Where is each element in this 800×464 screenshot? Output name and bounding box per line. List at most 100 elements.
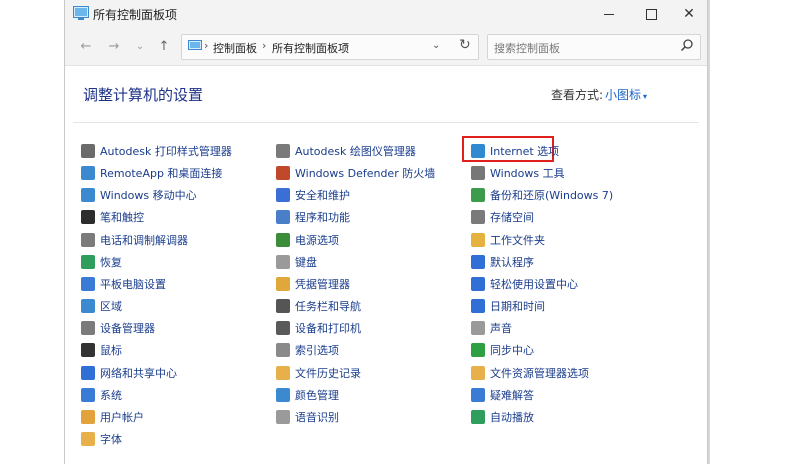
control-panel-item-label: 电源选项 <box>295 233 339 247</box>
control-panel-item[interactable]: 设备和打印机 <box>276 319 361 337</box>
view-by-dropdown[interactable]: 小图标 ▾ <box>605 86 647 103</box>
navigation-bar: ← → ⌄ ↑ › 控制面板 › 所有控制面板项 › ⌄ ↻ 搜索控制面板 <box>65 28 707 66</box>
control-panel-item-label: 鼠标 <box>100 344 122 358</box>
control-panel-item[interactable]: RemoteApp 和桌面连接 <box>81 164 222 182</box>
control-panel-item-label: 用户帐户 <box>100 410 144 424</box>
control-panel-item[interactable]: Autodesk 绘图仪管理器 <box>276 142 416 160</box>
search-placeholder: 搜索控制面板 <box>494 42 560 55</box>
breadcrumb-control-panel[interactable]: 控制面板 <box>213 40 257 56</box>
control-panel-item[interactable]: 文件历史记录 <box>276 364 361 382</box>
globe-icon <box>81 299 95 314</box>
search-icon[interactable] <box>680 38 694 52</box>
breadcrumb-separator-icon[interactable]: › <box>262 39 266 52</box>
control-panel-item[interactable]: 默认程序 <box>471 253 534 271</box>
control-panel-item-label: 键盘 <box>295 255 317 269</box>
control-panel-item-label: 安全和维护 <box>295 189 350 203</box>
back-button[interactable]: ← <box>77 38 95 56</box>
control-panel-item[interactable]: 用户帐户 <box>81 408 144 426</box>
control-panel-item[interactable]: 日期和时间 <box>471 297 545 315</box>
recent-locations-button[interactable]: ⌄ <box>131 38 149 56</box>
control-panel-item[interactable]: Windows Defender 防火墙 <box>276 164 435 182</box>
control-panel-item[interactable]: 凭据管理器 <box>276 275 350 293</box>
credentials-icon <box>276 276 290 291</box>
control-panel-item[interactable]: 恢复 <box>81 253 122 271</box>
printer-icon <box>81 144 95 158</box>
control-panel-item[interactable]: 鼠标 <box>81 341 122 359</box>
control-panel-item[interactable]: 索引选项 <box>276 341 339 359</box>
pen-icon <box>81 210 95 225</box>
breadcrumb-separator-icon[interactable]: › <box>204 39 208 52</box>
up-button[interactable]: ↑ <box>155 38 173 56</box>
speaker-icon <box>471 321 485 336</box>
minimize-button[interactable] <box>589 0 629 28</box>
control-panel-item[interactable]: 声音 <box>471 319 512 337</box>
maximize-button[interactable] <box>631 0 671 28</box>
tablet-icon <box>81 276 95 291</box>
control-panel-item[interactable]: 自动播放 <box>471 408 534 426</box>
remoteapp-icon <box>81 166 95 181</box>
control-panel-item[interactable]: 区域 <box>81 297 122 315</box>
search-box[interactable]: 搜索控制面板 <box>487 34 701 60</box>
close-button[interactable]: ✕ <box>669 0 709 28</box>
control-panel-item[interactable]: 备份和还原(Windows 7) <box>471 186 613 204</box>
breadcrumb-separator-icon[interactable]: › <box>345 39 349 52</box>
control-panel-item[interactable]: 键盘 <box>276 253 317 271</box>
power-icon <box>276 232 290 247</box>
forward-button[interactable]: → <box>105 38 123 56</box>
breadcrumb-all-items[interactable]: 所有控制面板项 <box>272 40 349 56</box>
control-panel-item-label: Autodesk 打印样式管理器 <box>100 145 232 158</box>
control-panel-item[interactable]: 疑难解答 <box>471 386 534 404</box>
control-panel-item-label: 电话和调制解调器 <box>100 233 188 247</box>
content-area: 调整计算机的设置 查看方式: 小图标 ▾ Autodesk 打印样式管理器 Remo… <box>65 66 707 464</box>
control-panel-item[interactable]: 语音识别 <box>276 408 339 426</box>
control-panel-item[interactable]: Autodesk 打印样式管理器 <box>81 142 232 160</box>
control-panel-item[interactable]: 安全和维护 <box>276 186 350 204</box>
control-panel-item-label: 自动播放 <box>490 410 534 424</box>
control-panel-item[interactable]: Windows 移动中心 <box>81 186 197 204</box>
plotter-icon <box>276 144 290 158</box>
control-panel-item[interactable]: Windows 工具 <box>471 164 565 182</box>
control-panel-item-label: 字体 <box>100 432 122 446</box>
network-icon <box>81 365 95 380</box>
internet-icon <box>471 144 485 158</box>
address-bar[interactable]: › 控制面板 › 所有控制面板项 › ⌄ <box>181 34 479 60</box>
refresh-icon[interactable]: ↻ <box>459 37 471 53</box>
control-panel-item[interactable]: 同步中心 <box>471 341 534 359</box>
control-panel-item[interactable]: 平板电脑设置 <box>81 275 166 293</box>
storage-icon <box>471 210 485 225</box>
control-panel-item-label: 存储空间 <box>490 211 534 225</box>
control-panel-item[interactable]: 笔和触控 <box>81 208 144 226</box>
divider <box>73 122 699 123</box>
control-panel-item[interactable]: Internet 选项 <box>471 142 559 160</box>
control-panel-item[interactable]: 设备管理器 <box>81 319 155 337</box>
control-panel-item[interactable]: 程序和功能 <box>276 208 350 226</box>
control-panel-item[interactable]: 电话和调制解调器 <box>81 231 188 249</box>
control-panel-item-label: 凭据管理器 <box>295 277 350 291</box>
troubleshoot-icon <box>471 387 485 402</box>
control-panel-item[interactable]: 系统 <box>81 386 122 404</box>
control-panel-item-label: 默认程序 <box>490 255 534 269</box>
control-panel-item[interactable]: 存储空间 <box>471 208 534 226</box>
control-panel-item-label: 轻松使用设置中心 <box>490 277 578 291</box>
control-panel-item[interactable]: 文件资源管理器选项 <box>471 364 589 382</box>
control-panel-item-label: 语音识别 <box>295 410 339 424</box>
phone-icon <box>81 232 95 247</box>
title-bar[interactable]: 所有控制面板项 ✕ <box>65 0 707 28</box>
keyboard-icon <box>276 254 290 269</box>
address-dropdown-icon[interactable]: ⌄ <box>432 40 478 51</box>
control-panel-item[interactable]: 电源选项 <box>276 231 339 249</box>
control-panel-item[interactable]: 网络和共享中心 <box>81 364 177 382</box>
control-panel-item-label: 日期和时间 <box>490 300 545 314</box>
mobility-icon <box>81 188 95 203</box>
control-panel-item[interactable]: 字体 <box>81 430 122 448</box>
control-panel-item[interactable]: 工作文件夹 <box>471 231 545 249</box>
color-icon <box>276 387 290 402</box>
control-panel-item[interactable]: 任务栏和导航 <box>276 297 361 315</box>
control-panel-item[interactable]: 轻松使用设置中心 <box>471 275 578 293</box>
control-panel-item-label: 备份和还原(Windows 7) <box>490 189 614 203</box>
work-folders-icon <box>471 232 485 247</box>
control-panel-item[interactable]: 颜色管理 <box>276 386 339 404</box>
minimize-icon <box>604 13 614 15</box>
control-panel-item-label: Autodesk 绘图仪管理器 <box>295 145 416 158</box>
control-panel-item-label: 索引选项 <box>295 344 339 358</box>
